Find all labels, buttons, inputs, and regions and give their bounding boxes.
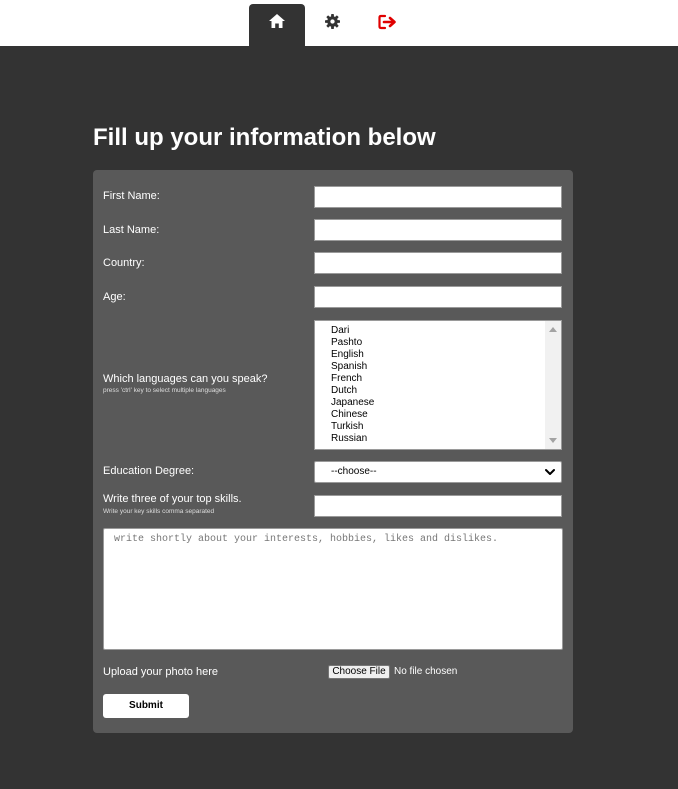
- nav-logout-tab[interactable]: [360, 4, 416, 46]
- gear-icon: [324, 14, 340, 29]
- scroll-down-arrow-icon[interactable]: [549, 438, 557, 443]
- choose-file-button[interactable]: Choose File: [328, 665, 390, 679]
- chevron-down-icon: [545, 469, 555, 475]
- country-label: Country:: [103, 257, 145, 269]
- about-placeholder: write shortly about your interests, hobb…: [114, 534, 499, 545]
- language-option[interactable]: French: [331, 373, 374, 385]
- first-name-label: First Name:: [103, 190, 160, 202]
- age-label: Age:: [103, 291, 126, 303]
- languages-listbox[interactable]: Dari Pashto English Spanish French Dutch Japan…: [314, 320, 562, 450]
- languages-scrollbar[interactable]: [545, 321, 561, 449]
- nav-settings-tab[interactable]: [304, 4, 360, 46]
- language-option[interactable]: Pashto: [331, 337, 374, 349]
- country-input[interactable]: [314, 252, 562, 274]
- photo-upload-label: Upload your photo here: [103, 666, 218, 678]
- last-name-input[interactable]: [314, 219, 562, 241]
- page-title: Fill up your information below: [93, 124, 436, 151]
- language-option[interactable]: English: [331, 349, 374, 361]
- skills-hint: Write your key skills comma separated: [103, 508, 215, 515]
- age-input[interactable]: [314, 286, 562, 308]
- sign-out-icon: [378, 14, 396, 30]
- scroll-up-arrow-icon[interactable]: [549, 327, 557, 332]
- file-status-text: No file chosen: [394, 666, 458, 677]
- skills-label: Write three of your top skills.: [103, 493, 242, 505]
- language-option[interactable]: Dutch: [331, 385, 374, 397]
- home-icon: [269, 14, 285, 28]
- nav-home-tab[interactable]: [249, 4, 305, 46]
- top-navbar: [0, 0, 678, 46]
- language-option[interactable]: Turkish: [331, 421, 374, 433]
- languages-options: Dari Pashto English Spanish French Dutch Japan…: [331, 325, 374, 445]
- submit-button[interactable]: Submit: [103, 694, 189, 718]
- education-select[interactable]: --choose--: [314, 461, 562, 483]
- language-option[interactable]: Chinese: [331, 409, 374, 421]
- language-option[interactable]: Dari: [331, 325, 374, 337]
- languages-label: Which languages can you speak?: [103, 373, 268, 385]
- education-label: Education Degree:: [103, 465, 195, 477]
- first-name-input[interactable]: [314, 186, 562, 208]
- language-option[interactable]: Japanese: [331, 397, 374, 409]
- education-selected-value: --choose--: [331, 466, 377, 477]
- language-option[interactable]: Russian: [331, 433, 374, 445]
- last-name-label: Last Name:: [103, 224, 160, 236]
- info-form: First Name: Last Name: Country: Age: Whi…: [93, 170, 573, 733]
- skills-input[interactable]: [314, 495, 562, 517]
- about-textarea[interactable]: write shortly about your interests, hobb…: [103, 528, 563, 650]
- languages-hint: press 'ctrl' key to select multiple lang…: [103, 387, 226, 394]
- language-option[interactable]: Spanish: [331, 361, 374, 373]
